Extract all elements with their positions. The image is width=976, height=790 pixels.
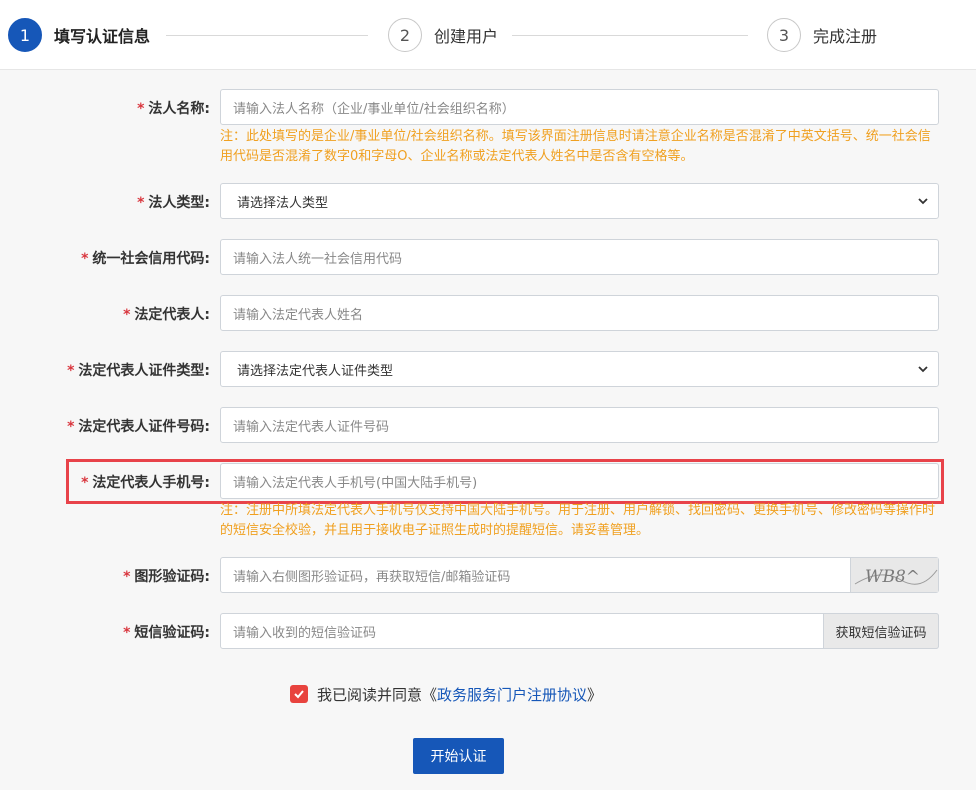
legal-name-input[interactable]: 请输入法人名称（企业/事业单位/社会组织名称） [220, 89, 939, 125]
agreement-suffix: 》 [587, 685, 603, 704]
rep-phone-input[interactable]: 请输入法定代表人手机号(中国大陆手机号) [220, 463, 939, 499]
steps-header: 1 填写认证信息 2 创建用户 3 完成注册 [0, 0, 976, 70]
step-connector-1 [166, 35, 368, 36]
start-verification-button[interactable]: 开始认证 [413, 738, 504, 774]
rep-phone-label: * 法定代表人手机号: [81, 475, 210, 491]
chevron-down-icon [918, 366, 928, 373]
rep-id-type-value: 请选择法定代表人证件类型 [237, 363, 394, 379]
check-icon [294, 690, 304, 699]
step-1: 1 填写认证信息 [8, 17, 150, 53]
step-3-label: 完成注册 [813, 27, 878, 46]
step-2-label: 创建用户 [434, 27, 499, 46]
sms-code-placeholder: 请输入收到的短信验证码 [233, 625, 377, 641]
step-1-number: 1 [8, 18, 42, 52]
rep-name-label: * 法定代表人: [123, 307, 210, 323]
sms-code-input[interactable]: 请输入收到的短信验证码 获取短信验证码 [220, 613, 939, 649]
legal-type-select[interactable]: 请选择法人类型 [220, 183, 939, 219]
step-2-number: 2 [388, 18, 422, 52]
credit-code-placeholder: 请输入法人统一社会信用代码 [233, 251, 403, 267]
rep-id-type-select[interactable]: 请选择法定代表人证件类型 [220, 351, 939, 387]
legal-name-label: * 法人名称: [137, 101, 210, 117]
legal-type-label: * 法人类型: [137, 195, 210, 211]
chevron-down-icon [918, 198, 928, 205]
captcha-image[interactable]: WB8^ [850, 558, 938, 592]
agreement-prefix: 我已阅读并同意《 [317, 685, 438, 704]
captcha-input[interactable]: 请输入右侧图形验证码，再获取短信/邮箱验证码 WB8^ [220, 557, 939, 593]
credit-code-label: * 统一社会信用代码: [81, 251, 210, 267]
legal-type-value: 请选择法人类型 [237, 195, 329, 211]
captcha-image-art: WB8^ [854, 567, 938, 587]
rep-phone-placeholder: 请输入法定代表人手机号(中国大陆手机号) [233, 475, 478, 491]
agreement-row: 我已阅读并同意《 政务服务门户注册协议 》 [290, 683, 602, 705]
legal-name-note: 注：此处填写的是企业/事业单位/社会组织名称。填写该界面注册信息时请注意企业名称… [220, 129, 931, 164]
svg-text:WB8^: WB8^ [865, 567, 920, 587]
captcha-placeholder: 请输入右侧图形验证码，再获取短信/邮箱验证码 [233, 569, 511, 585]
step-connector-2 [512, 35, 748, 36]
rep-id-number-label: * 法定代表人证件号码: [67, 419, 210, 435]
step-3: 3 完成注册 [767, 17, 877, 53]
rep-id-type-label: * 法定代表人证件类型: [67, 363, 210, 379]
agreement-link[interactable]: 政务服务门户注册协议 [437, 684, 587, 705]
rep-id-number-placeholder: 请输入法定代表人证件号码 [233, 419, 390, 435]
get-sms-code-button[interactable]: 获取短信验证码 [823, 613, 939, 649]
step-2: 2 创建用户 [388, 17, 498, 53]
legal-name-placeholder: 请输入法人名称（企业/事业单位/社会组织名称） [233, 101, 515, 117]
step-1-label: 填写认证信息 [54, 27, 151, 46]
step-3-number: 3 [767, 18, 801, 52]
rep-name-placeholder: 请输入法定代表人姓名 [233, 307, 364, 323]
sms-code-label: * 短信验证码: [123, 625, 210, 641]
rep-phone-note: 注：注册中所填法定代表人手机号仅支持中国大陆手机号。用于注册、用户解锁、找回密码… [220, 503, 936, 538]
rep-id-number-input[interactable]: 请输入法定代表人证件号码 [220, 407, 939, 443]
agreement-checkbox[interactable] [290, 685, 308, 703]
credit-code-input[interactable]: 请输入法人统一社会信用代码 [220, 239, 939, 275]
rep-name-input[interactable]: 请输入法定代表人姓名 [220, 295, 939, 331]
required-mark: * [137, 101, 145, 117]
captcha-label: * 图形验证码: [123, 569, 210, 585]
